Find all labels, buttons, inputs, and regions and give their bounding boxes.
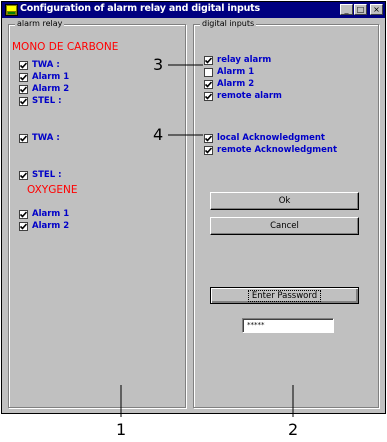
callout-lines [120,64,294,417]
callout-1: 1 [116,420,127,439]
callout-2: 2 [288,420,299,439]
callout-3: 3 [153,55,164,74]
callout-4: 4 [153,125,164,144]
